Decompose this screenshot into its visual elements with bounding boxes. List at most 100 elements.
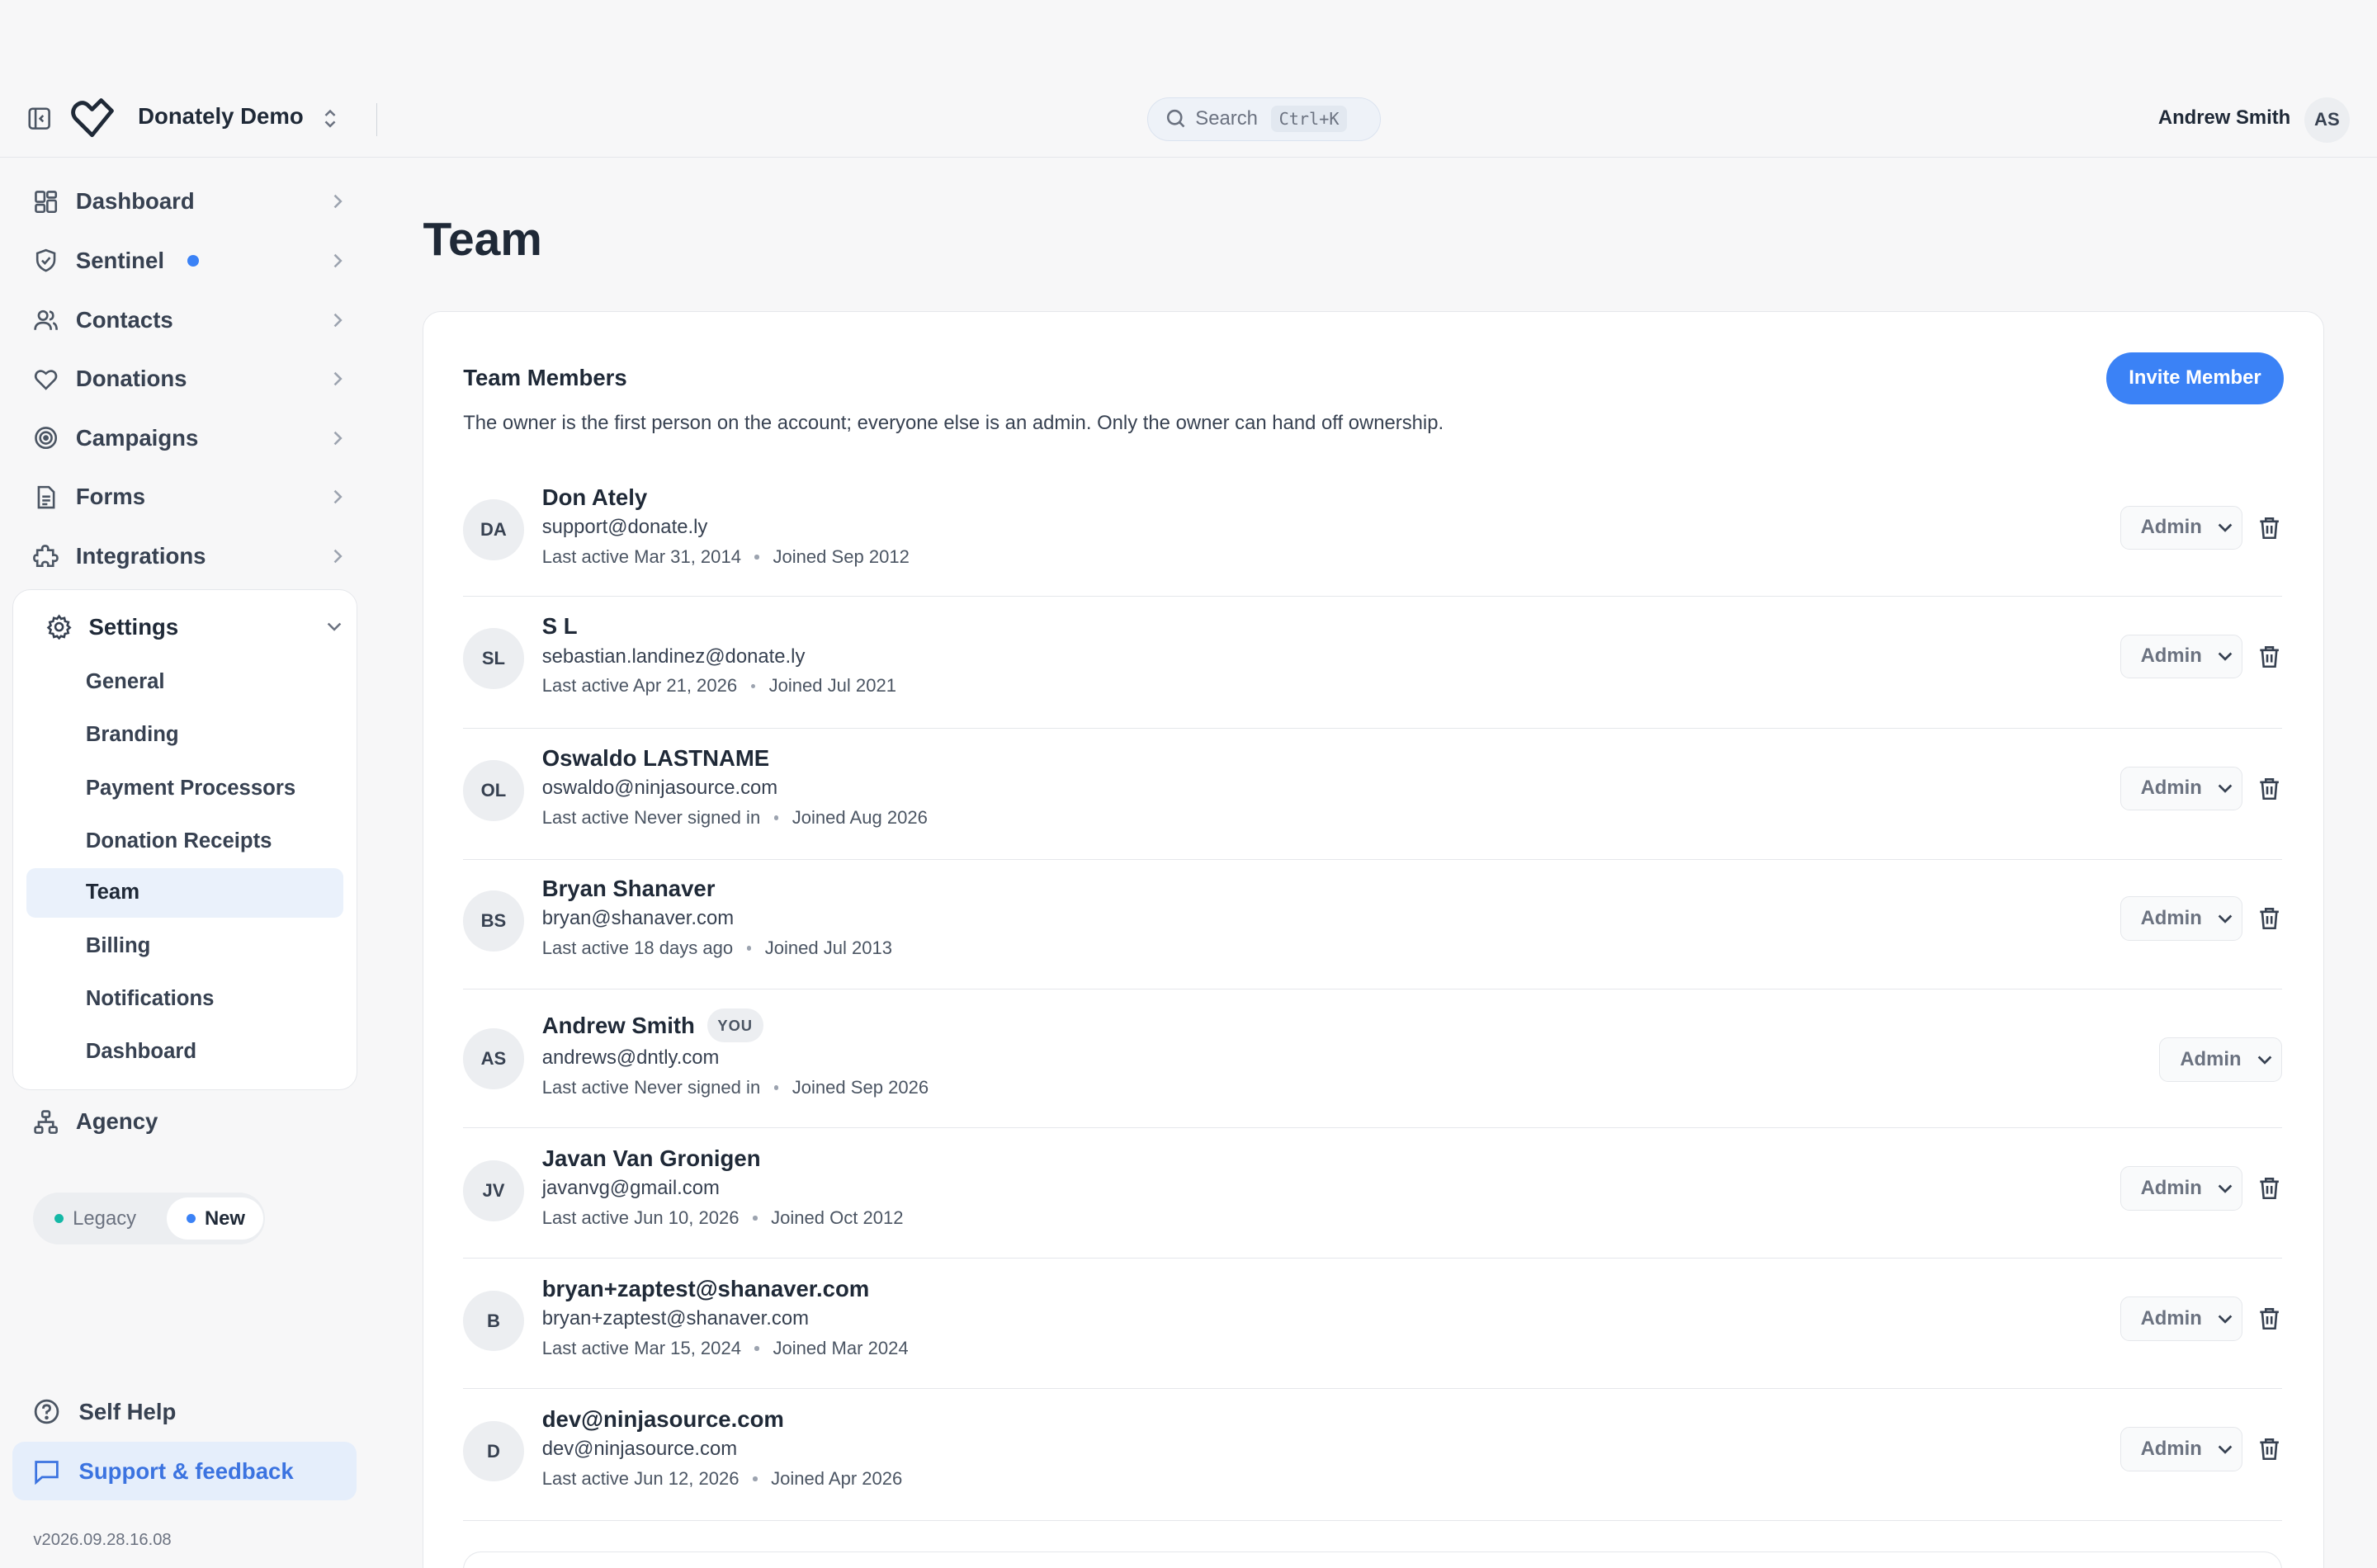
member-last-active: Last active Mar 15, 2024: [541, 1337, 741, 1358]
trash-icon[interactable]: [2256, 776, 2282, 801]
notification-dot: [187, 254, 200, 267]
member-last-active: Last active Never signed in: [541, 1077, 761, 1098]
settings-item-general[interactable]: General: [26, 657, 343, 707]
member-meta: Last active Apr 21, 2026 Joined Jul 2021: [542, 675, 896, 697]
org-name[interactable]: Donately Demo: [138, 103, 304, 130]
meta-separator: [753, 1216, 758, 1221]
settings-item-payment-processors[interactable]: Payment Processors: [26, 763, 343, 814]
trash-icon[interactable]: [2256, 1175, 2282, 1201]
sidebar-item-settings[interactable]: Settings: [46, 609, 349, 645]
heart-icon: [35, 369, 58, 390]
trash-icon[interactable]: [2256, 644, 2282, 669]
member-meta: Last active Never signed in Joined Sep 20…: [542, 1077, 929, 1098]
meta-separator: [746, 946, 752, 951]
next-section-edge: [463, 1551, 2283, 1568]
member-email: oswaldo@ninjasource.com: [541, 777, 778, 800]
search-button[interactable]: Search Ctrl+K: [1147, 97, 1382, 141]
shield-icon: [36, 249, 56, 272]
member-name: Oswaldo LASTNAME: [542, 745, 769, 772]
chevron-right-icon: [334, 431, 343, 446]
role-select[interactable]: Admin: [2119, 896, 2243, 941]
member-email: andrews@dntly.com: [541, 1046, 720, 1070]
user-avatar[interactable]: AS: [2304, 97, 2350, 143]
chevron-right-icon: [334, 371, 343, 386]
member-name-text: Bryan Shanaver: [541, 875, 716, 901]
member-joined: Joined Jul 2021: [768, 675, 896, 697]
role-select[interactable]: Admin: [2119, 1166, 2243, 1211]
member-meta: Last active Never signed in Joined Aug 20…: [542, 807, 928, 829]
toggle-new[interactable]: New: [167, 1197, 264, 1240]
sidebar-item-label: Campaigns: [75, 424, 199, 451]
member-avatar: BS: [463, 890, 524, 952]
member-joined: Joined Jul 2013: [764, 937, 893, 959]
sidebar-item-contacts[interactable]: Contacts: [33, 297, 352, 342]
settings-item-billing[interactable]: Billing: [26, 921, 343, 971]
top-bar: Donately Demo Search Ctrl+K Andrew Smith…: [0, 78, 2377, 158]
sidebar-item-label: Contacts: [75, 306, 173, 333]
sidebar-item-forms[interactable]: Forms: [33, 475, 352, 520]
settings-item-dashboard[interactable]: Dashboard: [26, 1027, 343, 1077]
new-dot: [186, 1214, 196, 1224]
toggle-legacy[interactable]: Legacy: [35, 1197, 154, 1240]
hierarchy-icon: [34, 1109, 59, 1134]
sidebar-toggle-icon[interactable]: [27, 106, 51, 130]
search-label: Search: [1195, 107, 1258, 130]
org-switcher-icon[interactable]: [321, 106, 339, 130]
role-select[interactable]: Admin: [2119, 766, 2243, 810]
users-icon: [34, 309, 59, 330]
trash-icon[interactable]: [2256, 905, 2282, 931]
member-name: Bryan Shanaver: [542, 876, 716, 902]
member-avatar: OL: [463, 760, 524, 821]
team-member-row: DA Don Ately support@donate.ly Last active …: [463, 470, 2283, 597]
support-label: Support & feedback: [78, 1457, 294, 1484]
chevron-down-icon: [327, 622, 342, 632]
chevron-down-icon: [2257, 1056, 2272, 1065]
help-circle-icon: [35, 1400, 59, 1424]
self-help-button[interactable]: Self Help: [12, 1382, 357, 1442]
donately-logo-icon[interactable]: [69, 96, 115, 141]
invite-member-button[interactable]: Invite Member: [2106, 352, 2284, 404]
member-email: bryan+zaptest@shanaver.com: [541, 1307, 809, 1330]
search-icon: [1166, 110, 1184, 128]
trash-icon[interactable]: [2256, 515, 2282, 541]
chevron-down-icon: [2218, 1445, 2233, 1454]
sidebar-item-integrations[interactable]: Integrations: [33, 534, 352, 579]
sidebar-item-sentinel[interactable]: Sentinel: [33, 238, 352, 283]
sidebar-item-campaigns[interactable]: Campaigns: [33, 415, 352, 460]
member-joined: Joined Sep 2012: [773, 546, 910, 568]
member-joined: Joined Sep 2026: [792, 1077, 929, 1098]
settings-item-donation-receipts[interactable]: Donation Receipts: [26, 816, 343, 867]
role-value: Admin: [2140, 645, 2202, 668]
chevron-right-icon: [334, 490, 343, 504]
trash-icon[interactable]: [2256, 1436, 2282, 1462]
trash-icon[interactable]: [2256, 1306, 2282, 1331]
role-select[interactable]: Admin: [2119, 1427, 2243, 1471]
role-select[interactable]: Admin: [2159, 1037, 2283, 1082]
support-feedback-button[interactable]: Support & feedback: [12, 1441, 357, 1501]
sidebar-item-agency[interactable]: Agency: [33, 1099, 352, 1145]
settings-item-notifications[interactable]: Notifications: [26, 974, 343, 1024]
chevron-down-icon: [2218, 914, 2233, 923]
member-meta: Last active 18 days ago Joined Jul 2013: [542, 937, 892, 959]
role-select[interactable]: Admin: [2119, 634, 2243, 678]
sidebar-item-donations[interactable]: Donations: [33, 357, 352, 402]
role-select[interactable]: Admin: [2119, 505, 2243, 550]
settings-item-team[interactable]: Team: [26, 867, 344, 919]
ui-version-toggle: Legacy New: [33, 1193, 266, 1244]
role-select[interactable]: Admin: [2119, 1296, 2243, 1341]
settings-item-branding[interactable]: Branding: [26, 711, 343, 761]
member-email: sebastian.landinez@donate.ly: [541, 645, 806, 668]
member-name: dev@ninjasource.com: [542, 1406, 784, 1433]
target-icon: [35, 427, 58, 450]
user-name[interactable]: Andrew Smith: [2158, 106, 2290, 130]
sidebar-item-dashboard[interactable]: Dashboard: [33, 179, 352, 224]
self-help-label: Self Help: [78, 1398, 177, 1424]
member-name: Don Ately: [542, 484, 648, 511]
sidebar-item-label: Forms: [75, 484, 146, 510]
legacy-dot: [54, 1214, 64, 1224]
gear-icon: [46, 614, 72, 640]
member-last-active: Last active Jun 10, 2026: [541, 1207, 740, 1228]
chevron-right-icon: [334, 313, 343, 327]
member-joined: Joined Aug 2026: [792, 807, 928, 829]
team-member-row: JV Javan Van Gronigen javanvg@gmail.com Las…: [463, 1130, 2283, 1259]
